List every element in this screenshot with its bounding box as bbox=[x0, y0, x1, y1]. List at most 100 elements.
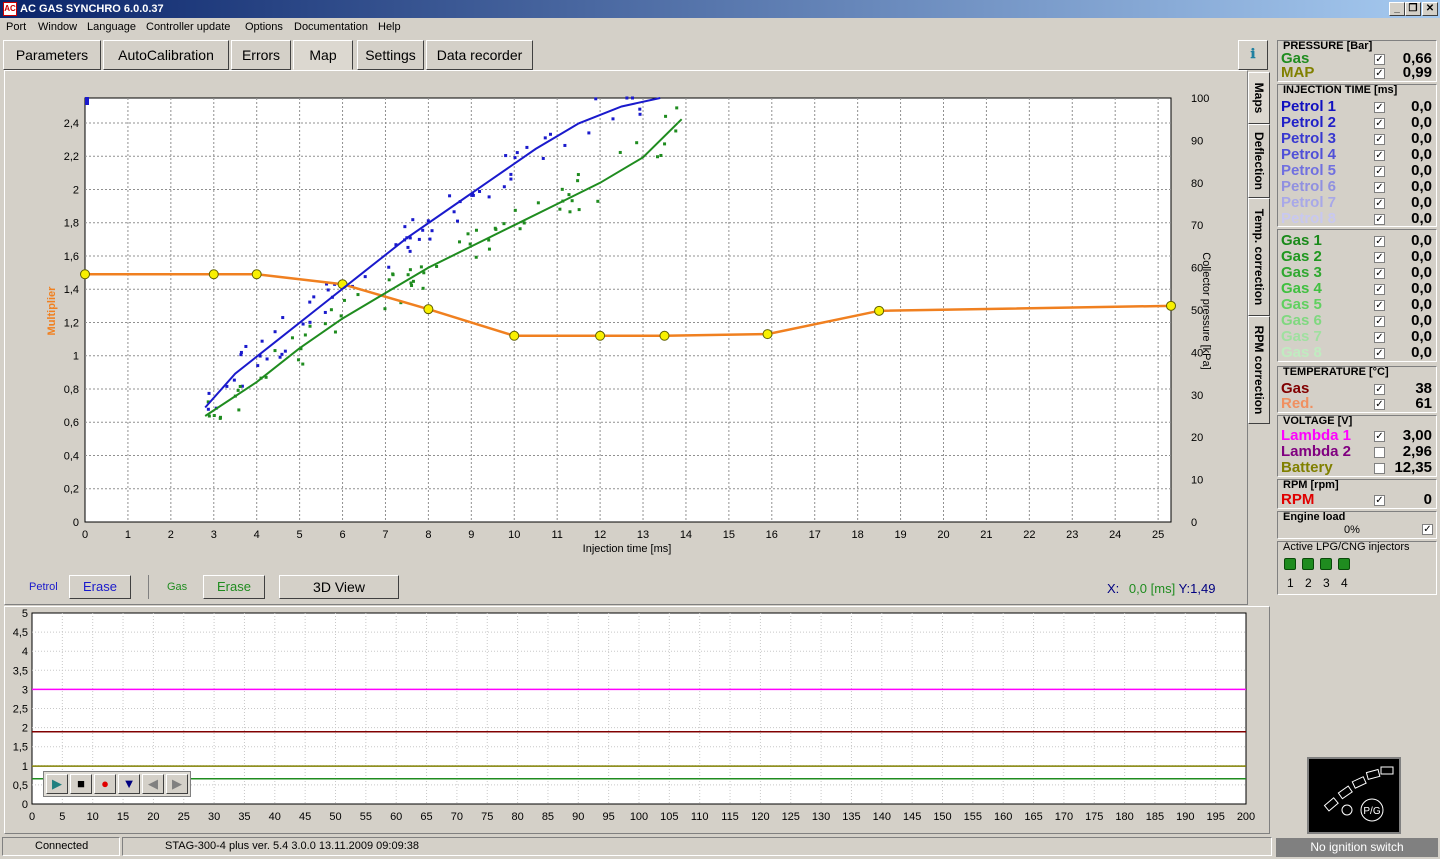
petrol-injection-row: Petrol 2 ✓ 0,0 bbox=[1278, 114, 1436, 131]
petrol-injection-checkbox[interactable]: ✓ bbox=[1374, 102, 1385, 113]
pressure-checkbox[interactable]: ✓ bbox=[1374, 54, 1385, 65]
gas-injection-row: Gas 5 ✓ 0,0 bbox=[1278, 296, 1436, 313]
record-icon[interactable]: ● bbox=[94, 774, 116, 794]
side-tab-temp-correction[interactable]: Temp. correction bbox=[1248, 198, 1270, 316]
temperature-checkbox[interactable]: ✓ bbox=[1374, 384, 1385, 395]
play-icon[interactable]: ▶ bbox=[46, 774, 68, 794]
gas-injection-row: Gas 2 ✓ 0,0 bbox=[1278, 248, 1436, 265]
pressure-checkbox[interactable]: ✓ bbox=[1374, 68, 1385, 79]
scatter-point bbox=[236, 388, 240, 392]
menu-help[interactable]: Help bbox=[378, 21, 401, 33]
map-node[interactable] bbox=[208, 269, 219, 280]
y-value: 1,49 bbox=[1190, 581, 1216, 596]
petrol-injection-row: Petrol 3 ✓ 0,0 bbox=[1278, 130, 1436, 147]
menu-controller-update[interactable]: Controller update bbox=[146, 21, 230, 33]
x-tick-label: 175 bbox=[1085, 811, 1103, 823]
y-right-tick-label: 30 bbox=[1191, 390, 1203, 402]
map-node[interactable] bbox=[595, 330, 606, 341]
menu-documentation[interactable]: Documentation bbox=[294, 21, 368, 33]
engine-load-checkbox[interactable]: ✓ bbox=[1422, 524, 1433, 535]
scatter-point bbox=[596, 199, 600, 203]
playback-toolbar: ▶ ■ ● ▼ ◀ ▶ bbox=[43, 771, 191, 797]
map-node[interactable] bbox=[509, 330, 520, 341]
ignition-switch-label: No ignition switch bbox=[1276, 838, 1438, 857]
info-icon[interactable]: ℹ bbox=[1238, 40, 1268, 70]
map-node[interactable] bbox=[762, 329, 773, 340]
tab-parameters[interactable]: Parameters bbox=[3, 40, 101, 70]
y-left-tick-label: 1,4 bbox=[64, 284, 79, 296]
scatter-point bbox=[244, 344, 248, 348]
minimize-button[interactable]: _ bbox=[1389, 2, 1405, 16]
menu-window[interactable]: Window bbox=[38, 21, 77, 33]
petrol-injection-checkbox[interactable]: ✓ bbox=[1374, 150, 1385, 161]
3d-view-button[interactable]: 3D View bbox=[279, 575, 399, 599]
rpm-checkbox[interactable]: ✓ bbox=[1374, 495, 1385, 506]
scatter-point bbox=[342, 298, 346, 302]
tab-errors[interactable]: Errors bbox=[231, 40, 291, 70]
petrol-injection-checkbox[interactable]: ✓ bbox=[1374, 166, 1385, 177]
voltage-checkbox[interactable] bbox=[1374, 463, 1385, 474]
gas-injection-checkbox[interactable]: ✓ bbox=[1374, 236, 1385, 247]
side-tab-rpm-correction[interactable]: RPM correction bbox=[1248, 316, 1270, 424]
map-node[interactable] bbox=[251, 269, 262, 280]
voltage-checkbox[interactable] bbox=[1374, 447, 1385, 458]
scatter-point bbox=[515, 151, 519, 155]
scroll-left-icon[interactable]: ◀ bbox=[142, 774, 164, 794]
petrol-injection-checkbox[interactable]: ✓ bbox=[1374, 134, 1385, 145]
map-node[interactable] bbox=[874, 305, 885, 316]
map-node[interactable] bbox=[423, 304, 434, 315]
map-chart[interactable]: 0 1 2 3 4 5 6 7 8 9 10 11 12 13 14 15 16 17 18 19 20 21 22 23 24… bbox=[5, 71, 1249, 606]
restore-button[interactable]: ❐ bbox=[1405, 2, 1421, 16]
petrol-injection-checkbox[interactable]: ✓ bbox=[1374, 118, 1385, 129]
close-button[interactable]: ✕ bbox=[1422, 2, 1438, 16]
marker-icon[interactable]: ▼ bbox=[118, 774, 140, 794]
side-tab-maps[interactable]: Maps bbox=[1248, 72, 1270, 124]
recorder-chart[interactable]: 0 5 10 15 20 25 30 35 40 45 50 55 60 65 70 75 80 85 90 95 10… bbox=[5, 607, 1271, 835]
gas-injection-checkbox[interactable]: ✓ bbox=[1374, 316, 1385, 327]
scatter-point bbox=[474, 255, 478, 259]
gas-injection-checkbox[interactable]: ✓ bbox=[1374, 300, 1385, 311]
petrol-injection-checkbox[interactable]: ✓ bbox=[1374, 214, 1385, 225]
petrol-injection-checkbox[interactable]: ✓ bbox=[1374, 182, 1385, 193]
tab-map[interactable]: Map bbox=[293, 40, 353, 70]
gas-injection-checkbox[interactable]: ✓ bbox=[1374, 252, 1385, 263]
petrol-injection-label: Petrol 8 bbox=[1281, 210, 1337, 227]
engine-load-value: 0% bbox=[1344, 524, 1360, 536]
scatter-point bbox=[576, 179, 580, 183]
x-tick-label: 160 bbox=[994, 811, 1012, 823]
title-bar: AC AC GAS SYNCHRO 6.0.0.37 _ ❐ ✕ bbox=[0, 0, 1440, 18]
petrol-injection-value: 0,0 bbox=[1411, 162, 1432, 179]
map-node[interactable] bbox=[659, 330, 670, 341]
x-tick-label: 25 bbox=[178, 811, 190, 823]
menu-options[interactable]: Options bbox=[245, 21, 283, 33]
scatter-point bbox=[273, 330, 277, 334]
menu-language[interactable]: Language bbox=[87, 21, 136, 33]
scroll-right-icon[interactable]: ▶ bbox=[166, 774, 188, 794]
erase-petrol-button[interactable]: Erase bbox=[69, 575, 131, 599]
voltage-checkbox[interactable]: ✓ bbox=[1374, 431, 1385, 442]
petrol-injection-checkbox[interactable]: ✓ bbox=[1374, 198, 1385, 209]
stop-icon[interactable]: ■ bbox=[70, 774, 92, 794]
scatter-point bbox=[513, 156, 517, 160]
gas-injection-checkbox[interactable]: ✓ bbox=[1374, 268, 1385, 279]
tab-autocalibration[interactable]: AutoCalibration bbox=[103, 40, 229, 70]
scatter-point bbox=[419, 265, 423, 269]
voltage-row: Lambda 1 ✓ 3,00 bbox=[1278, 427, 1436, 444]
tab-settings[interactable]: Settings bbox=[357, 40, 424, 70]
x-tick-label: 140 bbox=[873, 811, 891, 823]
side-tab-deflection[interactable]: Deflection bbox=[1248, 124, 1270, 198]
voltage-value: 2,96 bbox=[1402, 443, 1432, 460]
menu-port[interactable]: Port bbox=[6, 21, 26, 33]
gas-injection-checkbox[interactable]: ✓ bbox=[1374, 284, 1385, 295]
map-node[interactable] bbox=[1166, 300, 1176, 311]
map-node[interactable] bbox=[80, 269, 90, 280]
temperature-checkbox[interactable]: ✓ bbox=[1374, 399, 1385, 410]
scatter-point bbox=[435, 264, 439, 268]
tab-data-recorder[interactable]: Data recorder bbox=[426, 40, 533, 70]
erase-gas-button[interactable]: Erase bbox=[203, 575, 265, 599]
gas-injection-checkbox[interactable]: ✓ bbox=[1374, 332, 1385, 343]
petrol-injection-value: 0,0 bbox=[1411, 114, 1432, 131]
x-tick-label: 145 bbox=[903, 811, 921, 823]
gas-injection-checkbox[interactable]: ✓ bbox=[1374, 348, 1385, 359]
injectors-title: Active LPG/CNG injectors bbox=[1283, 541, 1410, 553]
